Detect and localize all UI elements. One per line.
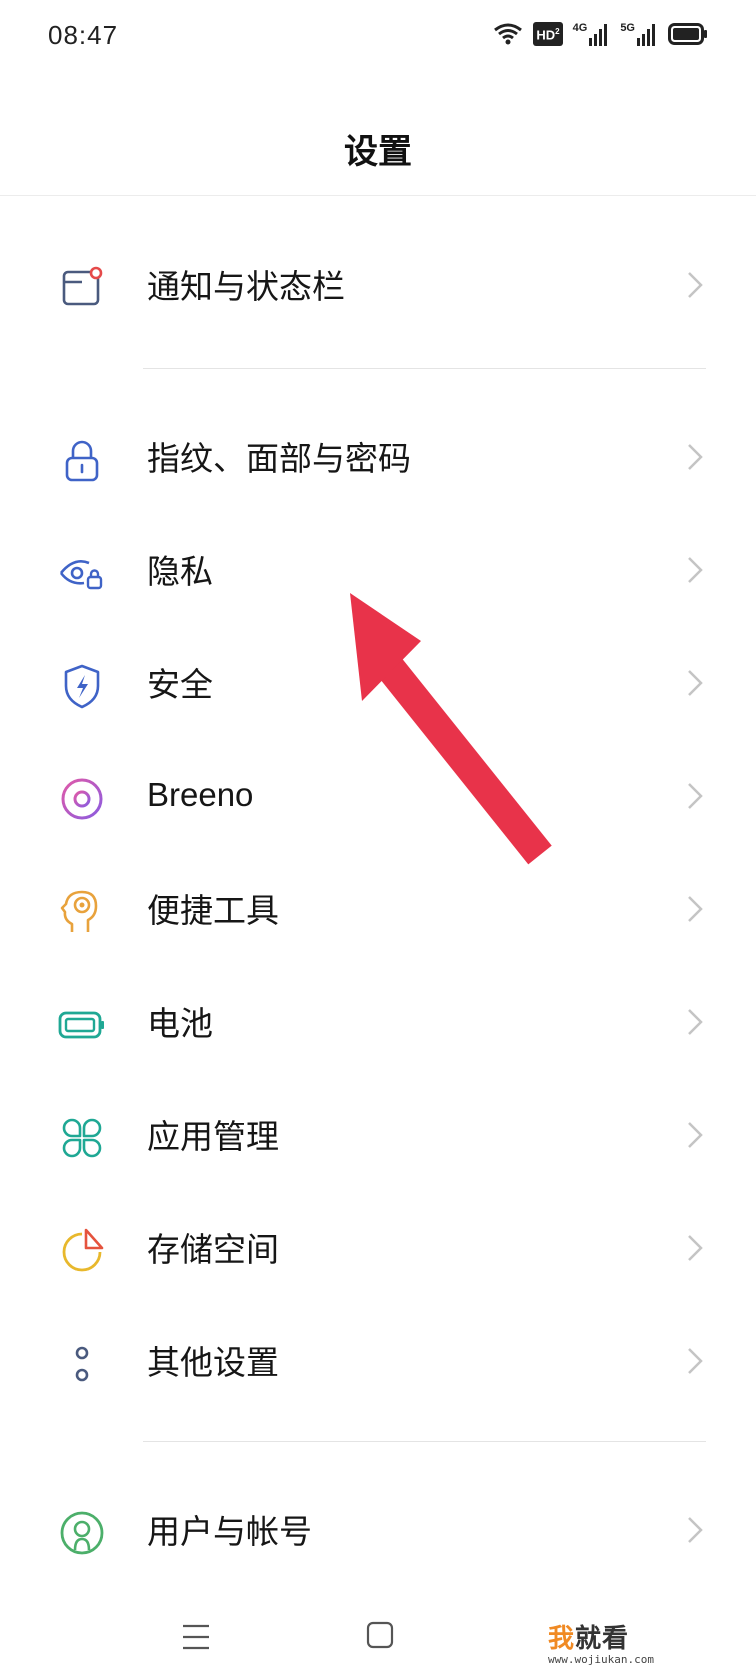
page-title: 设置 [344, 133, 412, 171]
header-divider [0, 195, 756, 196]
chevron-right-icon [688, 1235, 703, 1261]
settings-item-label: 隐私 [147, 553, 213, 590]
section-divider [143, 368, 706, 369]
chevron-right-icon [688, 1009, 703, 1035]
navigation-bar: 我就看 www.wojiukan.com [0, 1590, 756, 1680]
settings-item-label: 用户与帐号 [147, 1513, 312, 1550]
other-settings-icon [75, 1346, 89, 1382]
chevron-right-icon [688, 670, 703, 696]
settings-item-storage[interactable]: 存储空间 [0, 1191, 756, 1303]
notification-icon [62, 266, 103, 306]
chevron-right-icon [688, 783, 703, 809]
settings-item-convenience-tools[interactable]: 便捷工具 [0, 852, 756, 964]
settings-item-label: 电池 [147, 1005, 213, 1042]
settings-item-label: 便捷工具 [147, 892, 279, 929]
settings-item-notifications[interactable]: 通知与状态栏 [0, 228, 756, 340]
menu-icon[interactable] [180, 1620, 212, 1654]
status-time: 08:47 [48, 20, 119, 50]
status-bar: 08:47 HD2 4G 5G [0, 0, 756, 70]
settings-item-battery[interactable]: 电池 [0, 965, 756, 1077]
settings-item-user-account[interactable]: 用户与帐号 [0, 1473, 756, 1585]
settings-item-label: 安全 [147, 666, 213, 703]
settings-item-label: 通知与状态栏 [147, 268, 345, 305]
section-divider [143, 1441, 706, 1442]
signal-5g-icon: 5G [620, 22, 658, 46]
lock-icon [65, 440, 99, 482]
settings-item-privacy[interactable]: 隐私 [0, 513, 756, 625]
chevron-right-icon [688, 444, 703, 470]
chevron-right-icon [688, 896, 703, 922]
chevron-right-icon [688, 1517, 703, 1543]
settings-item-fingerprint-face-password[interactable]: 指纹、面部与密码 [0, 400, 756, 512]
user-account-icon [60, 1511, 104, 1555]
hd-badge-icon: HD2 [533, 22, 563, 46]
chevron-right-icon [688, 272, 703, 298]
breeno-icon [61, 778, 103, 820]
settings-item-label: 指纹、面部与密码 [147, 440, 411, 477]
chevron-right-icon [688, 1348, 703, 1374]
settings-item-label: 其他设置 [147, 1344, 279, 1381]
header: 设置 [0, 96, 756, 196]
settings-item-label: Breeno [147, 776, 254, 813]
battery-status-icon [668, 23, 707, 45]
settings-item-other-settings[interactable]: 其他设置 [0, 1304, 756, 1416]
settings-item-label: 存储空间 [147, 1231, 279, 1268]
watermark-logo: 我就看 www.wojiukan.com [548, 1623, 654, 1666]
chevron-right-icon [688, 557, 703, 583]
status-icons: HD2 4G 5G [493, 22, 708, 46]
shield-icon [64, 664, 100, 709]
chevron-right-icon [688, 1122, 703, 1148]
signal-4g-icon: 4G [573, 22, 611, 46]
battery-icon [58, 1011, 104, 1039]
settings-item-security[interactable]: 安全 [0, 626, 756, 738]
app-management-icon [62, 1118, 102, 1158]
settings-item-breeno[interactable]: Breeno [0, 739, 756, 851]
home-icon[interactable] [365, 1620, 395, 1650]
settings-item-label: 应用管理 [147, 1118, 279, 1155]
storage-icon [62, 1228, 104, 1272]
settings-item-app-management[interactable]: 应用管理 [0, 1078, 756, 1190]
privacy-eye-icon [59, 560, 103, 590]
convenience-tools-icon [60, 890, 98, 932]
wifi-icon [494, 23, 523, 45]
